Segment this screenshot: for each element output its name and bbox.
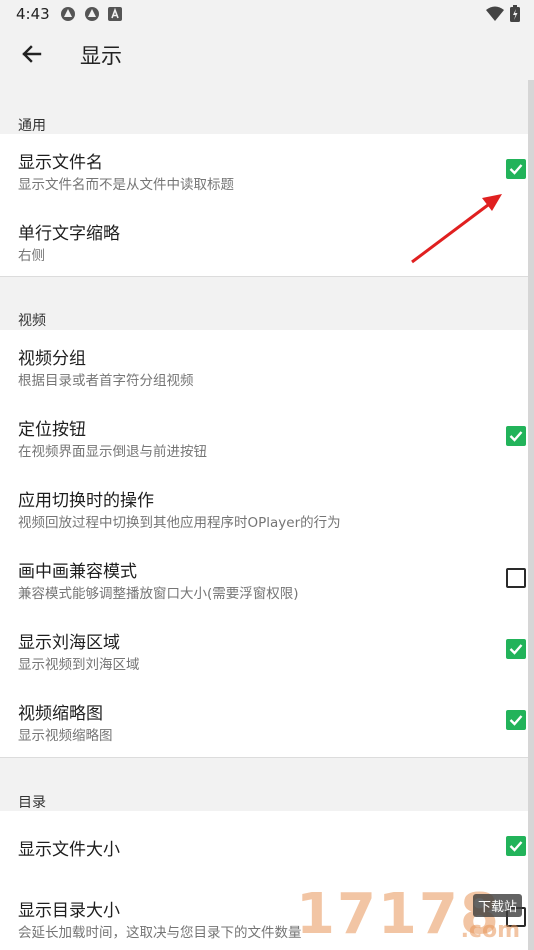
setting-subtitle: 显示文件名而不是从文件中读取标题 xyxy=(18,177,234,193)
page-title: 显示 xyxy=(80,44,122,68)
setting-title: 定位按钮 xyxy=(18,420,86,440)
setting-video-thumbnails[interactable]: 视频缩略图 显示视频缩略图 xyxy=(0,685,528,757)
setting-show-notch-area[interactable]: 显示刘海区域 显示视频到刘海区域 xyxy=(0,614,528,685)
setting-video-grouping[interactable]: 视频分组 根据目录或者首字符分组视频 xyxy=(0,330,528,401)
setting-title: 视频缩略图 xyxy=(18,704,103,724)
wifi-icon xyxy=(486,6,504,21)
section-header-directory: 目录 xyxy=(18,795,46,811)
checkbox-checked[interactable] xyxy=(506,426,526,446)
scrollbar[interactable] xyxy=(528,80,534,950)
setting-title: 显示文件大小 xyxy=(18,840,120,860)
notification-icon xyxy=(61,7,75,21)
setting-title: 视频分组 xyxy=(18,349,86,369)
setting-subtitle: 根据目录或者首字符分组视频 xyxy=(18,373,194,389)
app-bar: 显示 xyxy=(0,28,534,80)
setting-title: 显示目录大小 xyxy=(18,901,120,921)
divider xyxy=(0,757,528,758)
setting-title: 应用切换时的操作 xyxy=(18,491,154,511)
setting-pip-compat-mode[interactable]: 画中画兼容模式 兼容模式能够调整播放窗口大小(需要浮窗权限) xyxy=(0,543,528,614)
setting-subtitle: 会延长加载时间，这取决与您目录下的文件数量 xyxy=(18,925,302,941)
status-time: 4:43 xyxy=(16,5,50,23)
setting-title: 显示刘海区域 xyxy=(18,633,120,653)
annotation-arrow-icon xyxy=(411,194,502,264)
watermark-domain: .com xyxy=(460,918,520,943)
checkbox-checked[interactable] xyxy=(506,159,526,179)
setting-subtitle: 视频回放过程中切换到其他应用程序时OPlayer的行为 xyxy=(18,515,341,531)
check-icon xyxy=(509,644,523,655)
setting-subtitle: 显示视频到刘海区域 xyxy=(18,657,140,673)
check-icon xyxy=(509,841,523,852)
check-icon xyxy=(509,431,523,442)
setting-title: 显示文件名 xyxy=(18,153,103,173)
setting-show-file-size[interactable]: 显示文件大小 xyxy=(0,811,528,882)
check-icon xyxy=(509,164,523,175)
back-arrow-icon[interactable] xyxy=(18,40,46,68)
divider xyxy=(0,276,528,277)
checkbox-checked[interactable] xyxy=(506,710,526,730)
settings-card-video: 视频分组 根据目录或者首字符分组视频 定位按钮 在视频界面显示倒退与前进按钮 应… xyxy=(0,330,528,757)
setting-subtitle: 显示视频缩略图 xyxy=(18,728,113,744)
setting-title: 单行文字缩略 xyxy=(18,224,120,244)
battery-icon xyxy=(510,5,520,22)
setting-app-switch-action[interactable]: 应用切换时的操作 视频回放过程中切换到其他应用程序时OPlayer的行为 xyxy=(0,472,528,543)
check-icon xyxy=(509,715,523,726)
watermark: 17178 下载站 .com xyxy=(296,882,526,950)
checkbox-checked[interactable] xyxy=(506,639,526,659)
section-header-general: 通用 xyxy=(18,118,46,134)
checkbox-unchecked[interactable] xyxy=(506,568,526,588)
setting-subtitle: 右侧 xyxy=(18,248,45,264)
app-notification-icon xyxy=(108,7,122,21)
status-bar: 4:43 xyxy=(0,0,534,28)
setting-subtitle: 在视频界面显示倒退与前进按钮 xyxy=(18,444,207,460)
setting-title: 画中画兼容模式 xyxy=(18,562,137,582)
setting-subtitle: 兼容模式能够调整播放窗口大小(需要浮窗权限) xyxy=(18,586,299,602)
setting-seek-buttons[interactable]: 定位按钮 在视频界面显示倒退与前进按钮 xyxy=(0,401,528,472)
watermark-tag: 下载站 xyxy=(472,894,522,917)
section-header-video: 视频 xyxy=(18,313,46,329)
notification-icon-2 xyxy=(85,7,99,21)
checkbox-checked[interactable] xyxy=(506,836,526,856)
